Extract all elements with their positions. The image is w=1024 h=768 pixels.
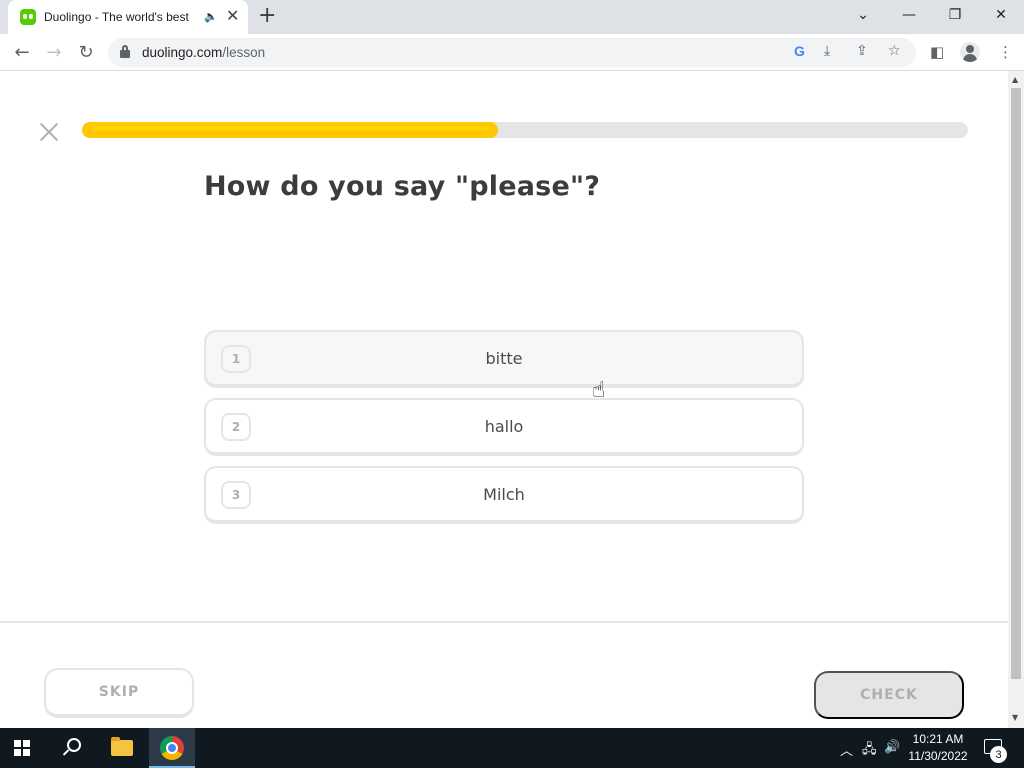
clock-time: 10:21 AM — [912, 732, 964, 746]
choice-option-3[interactable]: 3 Milch — [204, 466, 804, 524]
install-app-icon[interactable]: ⤓ — [824, 43, 830, 59]
scroll-thumb[interactable] — [1011, 88, 1021, 679]
browser-toolbar: ← → ↻ duolingo.com/lesson G ⤓ ⇪ ☆ ◧ ⋮ — [0, 34, 1024, 71]
choice-text: bitte — [485, 349, 523, 368]
chrome-icon — [160, 736, 184, 760]
back-arrow-icon[interactable]: ← — [9, 39, 35, 65]
hand-cursor-icon: ☝ — [592, 378, 606, 403]
browser-titlebar: Duolingo - The world's best 🔈 ✕ + ⌄ — ❐ … — [0, 0, 1024, 34]
new-tab-button[interactable]: + — [258, 3, 276, 28]
clock-date: 11/30/2022 — [908, 749, 968, 763]
volume-icon[interactable]: 🔊 — [884, 740, 900, 755]
profile-avatar-icon[interactable] — [960, 42, 980, 62]
close-icon[interactable] — [36, 119, 62, 145]
browser-menu-icon[interactable]: ⋮ — [998, 43, 1013, 61]
window-close-button[interactable]: ✕ — [978, 0, 1024, 30]
footer-divider — [0, 621, 1008, 623]
reload-icon[interactable]: ↻ — [73, 39, 99, 65]
restore-button[interactable]: ❐ — [932, 0, 978, 30]
tray-chevron-icon[interactable]: ︿ — [840, 740, 853, 759]
side-panel-icon[interactable]: ◧ — [930, 43, 944, 61]
file-explorer-icon[interactable] — [111, 737, 133, 756]
minimize-button[interactable]: — — [886, 0, 932, 30]
network-icon[interactable]: 🖧 — [862, 740, 877, 762]
browser-tab[interactable]: Duolingo - The world's best 🔈 ✕ — [8, 0, 248, 34]
check-button[interactable]: CHECK — [814, 671, 964, 719]
scroll-down-arrow-icon[interactable]: ▼ — [1012, 713, 1018, 722]
choice-text: hallo — [484, 417, 524, 436]
tab-audio-icon[interactable]: 🔈 — [204, 10, 218, 23]
skip-button[interactable]: SKIP — [44, 668, 194, 718]
address-bar[interactable]: duolingo.com/lesson G ⤓ ⇪ ☆ — [108, 38, 916, 67]
tab-title: Duolingo - The world's best — [44, 10, 189, 24]
scroll-up-arrow-icon[interactable]: ▲ — [1012, 75, 1018, 84]
choice-option-2[interactable]: 2 hallo — [204, 398, 804, 456]
taskbar-search-icon[interactable] — [62, 737, 82, 757]
windows-taskbar: ︿ 🖧 🔊 10:21 AM 11/30/2022 3 — [0, 728, 1024, 768]
notification-count-badge: 3 — [990, 746, 1007, 763]
duolingo-favicon-icon — [20, 9, 36, 25]
choice-text: Milch — [483, 485, 525, 504]
bookmark-star-icon[interactable]: ☆ — [888, 43, 901, 59]
url-text[interactable]: duolingo.com/lesson — [142, 45, 265, 60]
taskbar-chrome-button[interactable] — [149, 728, 195, 768]
tab-search-icon[interactable]: ⌄ — [840, 0, 886, 30]
question-title: How do you say "please"? — [204, 171, 601, 202]
tab-close-icon[interactable]: ✕ — [226, 6, 239, 25]
lock-icon[interactable] — [120, 45, 130, 58]
lesson-progress-fill — [82, 122, 499, 138]
page-scrollbar[interactable]: ▲ ▼ — [1008, 71, 1024, 728]
lesson-page: How do you say "please"? 1 bitte 2 hallo… — [0, 71, 1008, 728]
choice-option-1[interactable]: 1 bitte — [204, 330, 804, 388]
taskbar-clock[interactable]: 10:21 AM 11/30/2022 — [900, 731, 976, 765]
google-lens-icon[interactable]: G — [794, 43, 805, 59]
lesson-progress-bar — [82, 122, 968, 138]
share-icon[interactable]: ⇪ — [856, 43, 868, 59]
windows-start-icon[interactable] — [14, 740, 30, 756]
forward-arrow-icon[interactable]: → — [41, 39, 67, 65]
